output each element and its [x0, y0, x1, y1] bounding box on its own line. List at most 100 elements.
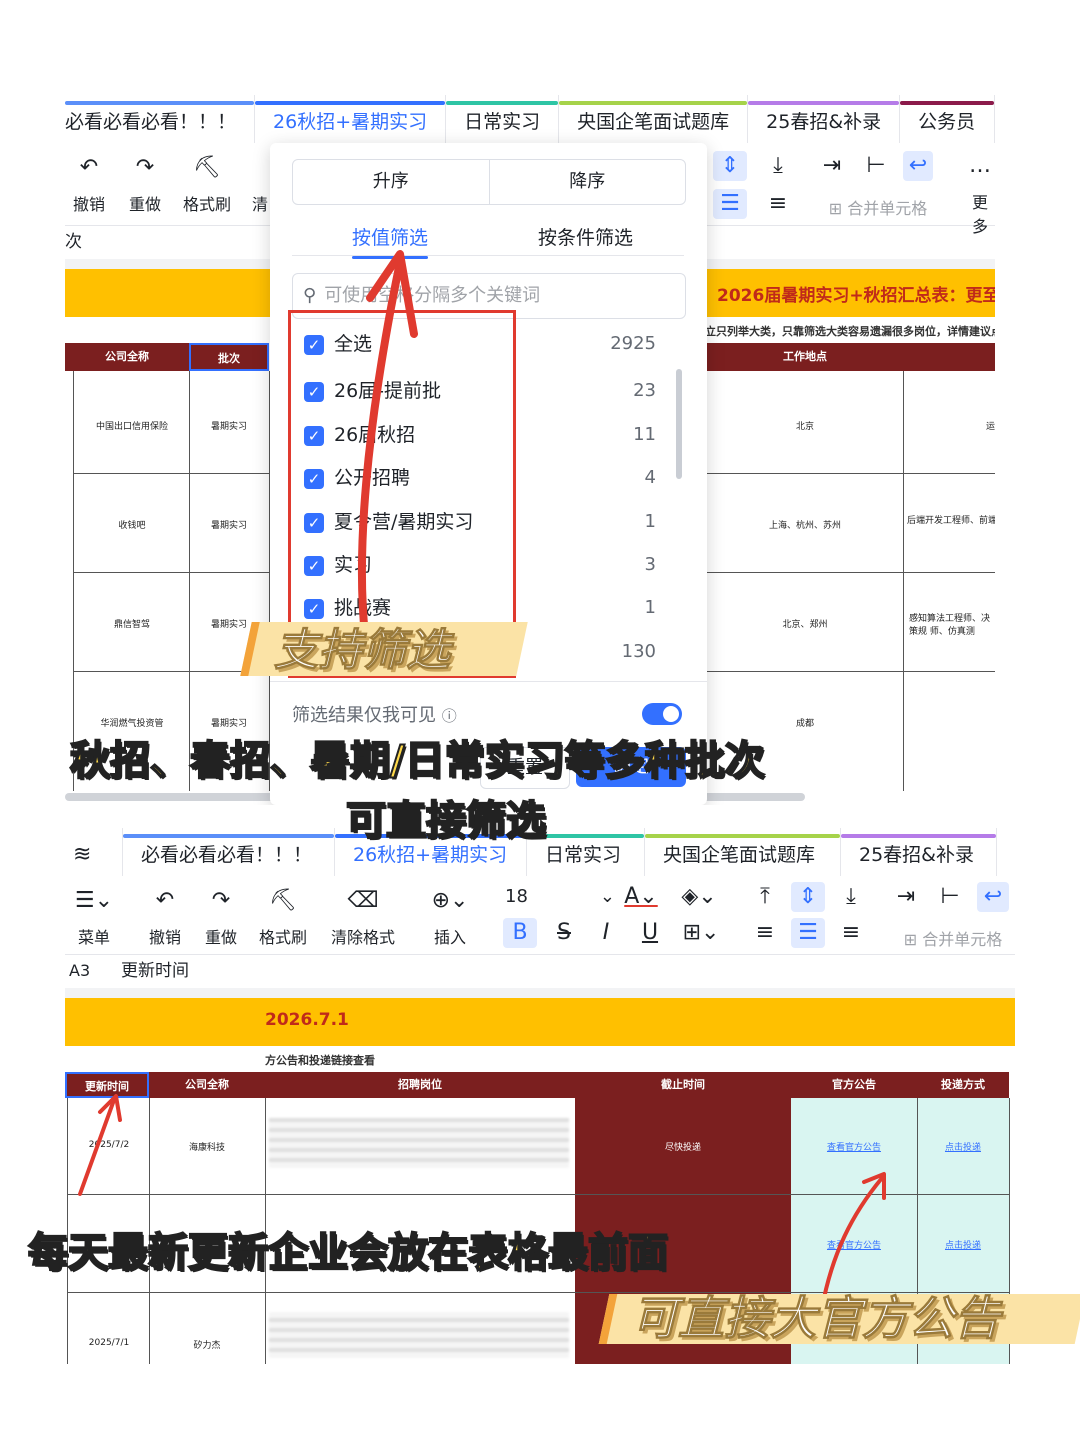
menu-button[interactable]: ☰⌄ 菜单 — [71, 886, 117, 948]
clip-icon: ⊢ — [940, 884, 960, 909]
merge-icon: ⊞ — [903, 930, 923, 949]
tab-must-read[interactable]: 必看必看必看！！！ — [65, 95, 256, 143]
italic-button[interactable]: I — [589, 918, 623, 948]
undo-button[interactable]: ↶ 撤销 — [71, 153, 107, 215]
undo-button[interactable]: ↶ 撤销 — [147, 886, 183, 948]
merge-icon: ⊞ — [828, 199, 848, 218]
format-brush-button[interactable]: ⛏ 格式刷 — [257, 886, 309, 948]
align-bottom-icon: ⤓ — [846, 884, 856, 909]
underline-button[interactable]: U — [633, 918, 667, 948]
header-batch[interactable]: 批次 — [189, 343, 269, 371]
table-cell[interactable]: 矽力杰 — [151, 1338, 263, 1351]
bottom-yellow-banner: 2026.7.1 — [65, 998, 1015, 1046]
format-brush-button[interactable]: ⛏ 格式刷 — [181, 153, 233, 215]
header-deadline[interactable]: 截止时间 — [575, 1072, 791, 1098]
table-cell[interactable]: 暑期实习 — [191, 419, 267, 432]
apply-link[interactable]: 点击投递 — [917, 1140, 1009, 1153]
fill-color-button[interactable]: ◈⌄ — [677, 882, 721, 912]
align-left-button[interactable]: ≡ — [749, 918, 781, 948]
align-bottom-icon: ⤓ — [773, 153, 783, 178]
wrap-overflow-button[interactable]: ⇥ — [817, 151, 847, 181]
clear-button[interactable]: 清 — [251, 153, 269, 215]
tab-spring-makeup[interactable]: 25春招&补录 — [841, 828, 997, 876]
tab-civil-service[interactable]: 公务员 — [900, 95, 995, 143]
tab-must-read[interactable]: 必看必看必看！！！ — [123, 828, 335, 876]
positions-cell-blurred[interactable] — [269, 1312, 569, 1358]
align-top-button[interactable]: ⤒ — [749, 882, 781, 912]
font-color-icon: A⌄ — [624, 884, 658, 909]
formula-bar[interactable]: A3 更新时间 — [65, 954, 1015, 989]
redo-button[interactable]: ↷ 重做 — [203, 886, 239, 948]
merge-cells-button[interactable]: ⊞ 合并单元格 — [893, 926, 1013, 950]
wrap-overflow-button[interactable]: ⇥ — [891, 882, 921, 912]
table-cell[interactable]: 暑期实习 — [191, 518, 267, 531]
header-location[interactable]: 工作地点 — [707, 343, 903, 371]
align-right-button[interactable]: ≡ — [761, 189, 795, 219]
wrap-text-button[interactable]: ↩ — [977, 882, 1009, 912]
sheet-list-button[interactable]: ≋ — [65, 828, 123, 876]
redo-button[interactable]: ↷ 重做 — [127, 153, 163, 215]
more-icon: … — [969, 153, 991, 178]
align-right-button[interactable]: ≡ — [835, 918, 867, 948]
table-row[interactable]: 鼎信智驾 — [75, 617, 189, 630]
header-notice[interactable]: 官方公告 — [791, 1072, 917, 1098]
notice-link[interactable]: 查看官方公告 — [791, 1140, 917, 1153]
options-scrollbar[interactable] — [676, 369, 682, 479]
table-cell[interactable]: 感知算法工程师、决策规 师、仿真测 — [909, 611, 995, 637]
tab-soe-question-bank[interactable]: 央国企笔面试题库 — [559, 95, 749, 143]
align-center-button[interactable]: ☰ — [791, 918, 825, 948]
align-vertical-center-button[interactable]: ⇕ — [713, 151, 747, 181]
format-brush-icon: ⛏ — [193, 155, 221, 180]
tab-autumn-summer[interactable]: 26秋招+暑期实习 — [255, 95, 447, 143]
tab-spring-makeup[interactable]: 25春招&补录 — [748, 95, 901, 143]
positions-cell-blurred[interactable] — [269, 1118, 569, 1168]
table-cell[interactable]: 运 — [907, 419, 995, 432]
annotation-arrow-update-time — [78, 1094, 122, 1196]
table-cell[interactable]: 上海、杭州、苏州 — [707, 518, 903, 531]
align-middle-button[interactable]: ⇕ — [791, 882, 825, 912]
tab-daily-intern[interactable]: 日常实习 — [446, 95, 560, 143]
border-button[interactable]: ⊞⌄ — [677, 918, 725, 948]
sort-asc-button[interactable]: 升序 — [293, 160, 489, 204]
align-bottom-button[interactable]: ⤓ — [761, 151, 795, 181]
table-row[interactable]: 中国出口信用保险 — [75, 419, 189, 432]
wrap-clip-button[interactable]: ⊢ — [935, 882, 965, 912]
bottom-note-row: 方公告和投递链接查看 — [265, 1054, 375, 1067]
font-size-select[interactable]: 18 ⌄ — [505, 886, 615, 907]
tab-soe-question-bank[interactable]: 央国企笔面试题库 — [645, 828, 841, 876]
table-cell[interactable]: 后端开发工程师、前端开 — [907, 513, 995, 526]
font-color-button[interactable]: A⌄ — [621, 882, 661, 912]
insert-button[interactable]: ⊕⌄ 插入 — [427, 886, 473, 948]
visible-only-toggle[interactable] — [642, 703, 682, 725]
wrap-text-button[interactable]: ↩ — [903, 151, 933, 181]
wrap-icon: ↩ — [983, 884, 1003, 909]
align-center-button[interactable]: ☰ — [713, 189, 747, 219]
info-icon: ⓘ — [441, 707, 457, 725]
top-screenshot: 必看必看必看！！！ 26秋招+暑期实习 日常实习 央国企笔面试题库 25春招&补… — [65, 95, 995, 805]
table-cell[interactable]: 海康科技 — [151, 1140, 263, 1153]
wrap-clip-button[interactable]: ⊢ — [861, 151, 891, 181]
border-icon: ⊞⌄ — [682, 920, 720, 945]
header-positions[interactable]: 招聘岗位 — [265, 1072, 575, 1098]
table-row[interactable]: 收钱吧 — [75, 518, 189, 531]
sort-desc-button[interactable]: 降序 — [488, 160, 686, 204]
merge-cells-button[interactable]: ⊞ 合并单元格 — [817, 195, 939, 219]
chevron-down-icon: ⌄ — [599, 886, 615, 907]
table-cell[interactable]: 尽快投递 — [575, 1140, 791, 1153]
align-middle-icon: ⇕ — [798, 884, 818, 909]
strikethrough-icon: S — [557, 920, 571, 945]
clear-format-button[interactable]: ⌫ 清除格式 — [329, 886, 397, 948]
header-company[interactable]: 公司全称 — [149, 1072, 265, 1098]
table-cell[interactable]: 北京、郑州 — [707, 617, 903, 630]
header-company[interactable]: 公司全称 — [65, 343, 189, 371]
table-row[interactable]: 2025/7/1 — [69, 1338, 149, 1348]
strikethrough-button[interactable]: S — [547, 918, 581, 948]
bold-button[interactable]: B — [503, 918, 537, 948]
align-top-icon: ⤒ — [760, 884, 770, 909]
sort-group: 升序 降序 — [292, 159, 686, 205]
header-apply[interactable]: 投递方式 — [917, 1072, 1009, 1098]
align-bottom-button[interactable]: ⤓ — [835, 882, 867, 912]
apply-link[interactable]: 点击投递 — [917, 1238, 1009, 1251]
table-cell[interactable]: 北京 — [707, 419, 903, 432]
tab-filter-by-condition[interactable]: 按条件筛选 — [538, 223, 633, 250]
